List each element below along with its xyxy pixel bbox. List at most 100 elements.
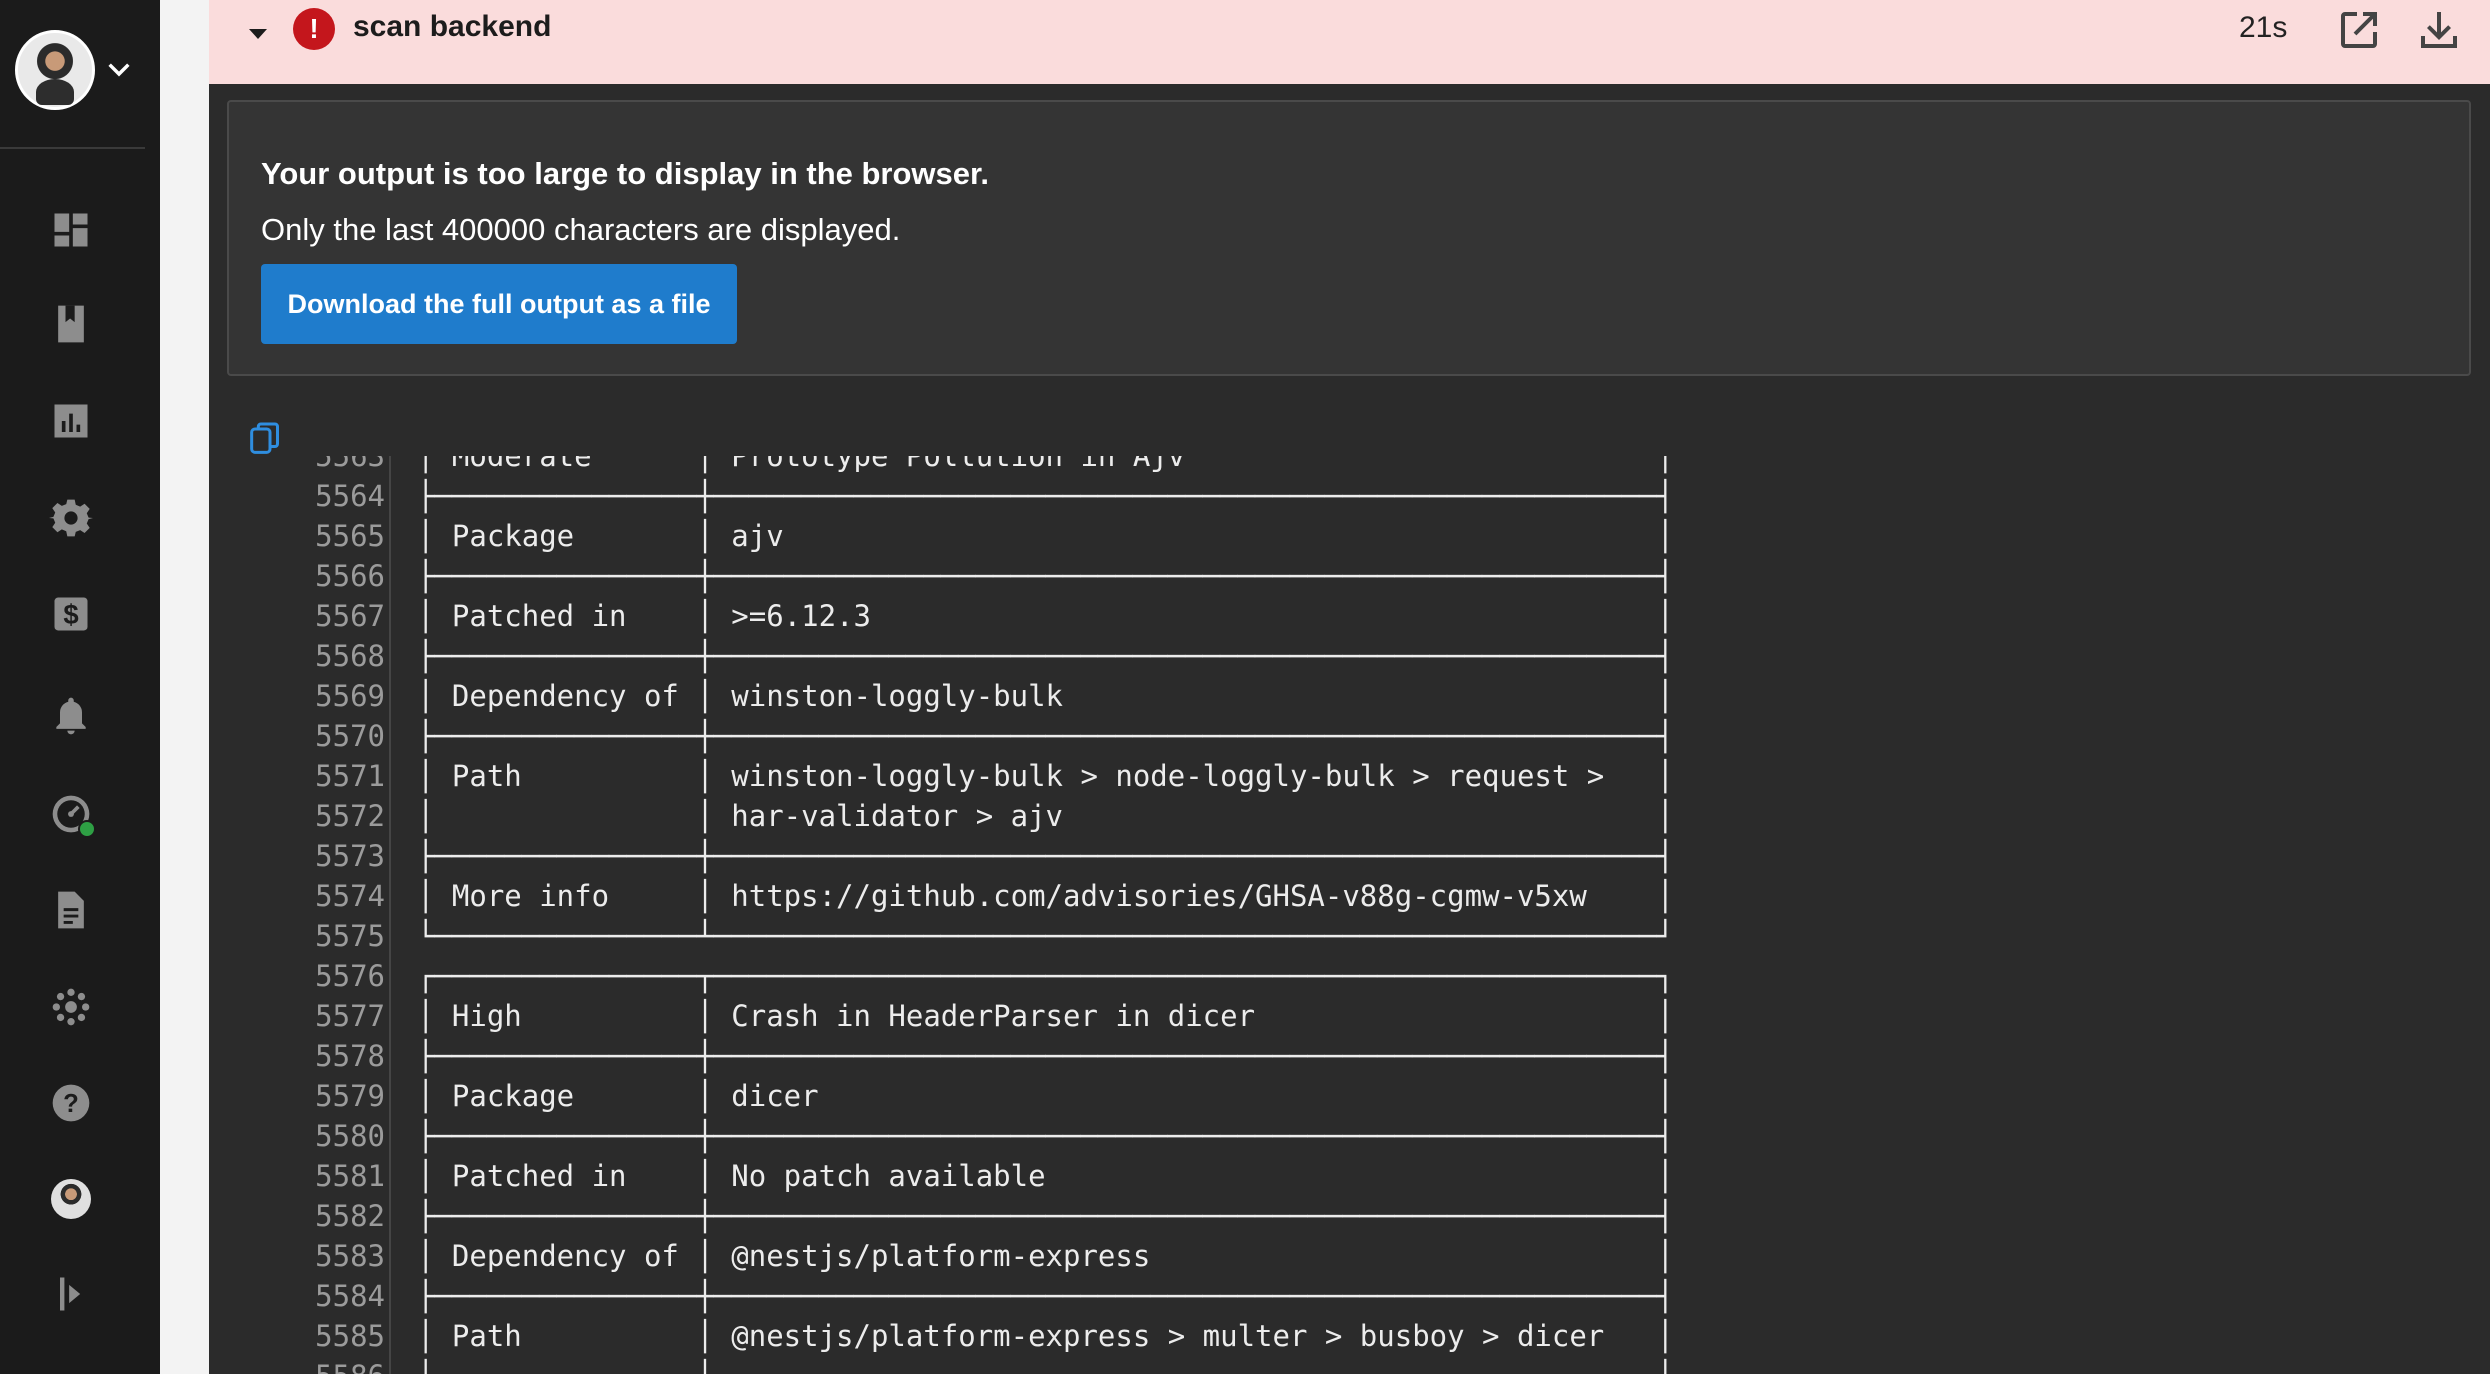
sidebar: $ ? [0, 0, 160, 1374]
dashboard-icon[interactable] [49, 208, 93, 252]
line-text: │ Path │ @nestjs/platform-express > mult… [417, 1319, 1675, 1353]
line-number: 5586 [305, 1356, 385, 1374]
line-text: │ Package │ ajv │ [417, 519, 1675, 553]
download-log-button[interactable] [2415, 6, 2463, 54]
line-number: 5577 [315, 999, 385, 1033]
line-number: 5582 [315, 1199, 385, 1233]
log-line: 5581 │ Patched in │ No patch available │ [209, 1156, 2109, 1196]
download-full-output-button[interactable]: Download the full output as a file [261, 264, 737, 344]
line-text: ├───────────────┼───────────────────────… [417, 1039, 1675, 1073]
line-number: 5578 [315, 1039, 385, 1073]
line-number: 5571 [315, 759, 385, 793]
line-text: │ High │ Crash in HeaderParser in dicer … [417, 999, 1675, 1033]
log-viewer[interactable]: 5563 │ Moderate │ Prototype Pollution in … [209, 456, 2490, 1374]
cluster-icon[interactable] [49, 985, 93, 1029]
line-text: │ │ har-validator > ajv │ [417, 799, 1675, 833]
line-number: 5563 [315, 456, 385, 473]
notice-subtitle: Only the last 400000 characters are disp… [261, 212, 901, 247]
line-number: 5568 [315, 639, 385, 673]
log-line: 5586 ├───────────────┼───────────────────… [209, 1356, 2109, 1374]
copy-icon [250, 422, 279, 454]
log-line: 5578 ├───────────────┼───────────────────… [209, 1036, 2109, 1076]
expand-sidebar-icon[interactable] [49, 1272, 93, 1316]
line-number: 5569 [315, 679, 385, 713]
svg-text:?: ? [63, 1090, 79, 1118]
error-status-icon: ! [293, 8, 335, 50]
line-number: 5580 [315, 1119, 385, 1153]
job-title: scan backend [353, 10, 552, 43]
line-text: ├───────────────┼───────────────────────… [417, 1199, 1675, 1233]
log-line: 5573 ├───────────────┼───────────────────… [209, 836, 2109, 876]
line-text: ├───────────────┼───────────────────────… [417, 839, 1675, 873]
line-text: ├───────────────┼───────────────────────… [417, 1356, 1674, 1374]
line-number: 5564 [315, 479, 385, 513]
log-line: 5566 ├───────────────┼───────────────────… [209, 556, 2109, 596]
svg-text:$: $ [63, 599, 78, 630]
bell-icon[interactable] [49, 694, 93, 738]
line-number: 5574 [315, 879, 385, 913]
line-text: │ Patched in │ >=6.12.3 │ [417, 599, 1675, 633]
copy-output-button[interactable] [245, 419, 285, 459]
line-number: 5567 [315, 599, 385, 633]
line-number: 5585 [315, 1319, 385, 1353]
download-icon [2421, 12, 2457, 48]
chevron-down-icon [108, 63, 130, 77]
line-number: 5565 [315, 519, 385, 553]
line-text: ├───────────────┼───────────────────────… [417, 1119, 1675, 1153]
gear-icon[interactable] [49, 496, 93, 540]
line-text: └───────────────┴───────────────────────… [417, 919, 1675, 953]
avatar [15, 30, 95, 110]
log-line: 5569 │ Dependency of │ winston-loggly-bul… [209, 676, 2109, 716]
log-line: 5582 ├───────────────┼───────────────────… [209, 1196, 2109, 1236]
book-icon[interactable] [49, 302, 93, 346]
job-duration: 21s [2239, 11, 2288, 44]
document-icon[interactable] [49, 888, 93, 932]
log-line: 5568 ├───────────────┼───────────────────… [209, 636, 2109, 676]
log-line: 5584 ├───────────────┼───────────────────… [209, 1276, 2109, 1316]
log-line: 5585 │ Path │ @nestjs/platform-express > … [209, 1316, 2109, 1356]
log-line: 5567 │ Patched in │ >=6.12.3 │ [209, 596, 2109, 636]
log-line: 5577 │ High │ Crash in HeaderParser in di… [209, 996, 2109, 1036]
line-text: ├───────────────┼───────────────────────… [417, 719, 1675, 753]
line-text: ├───────────────┼───────────────────────… [417, 639, 1675, 673]
line-number: 5566 [315, 559, 385, 593]
help-icon[interactable]: ? [49, 1081, 93, 1125]
line-number: 5572 [315, 799, 385, 833]
log-line: 5570 ├───────────────┼───────────────────… [209, 716, 2109, 756]
line-text: ├───────────────┼───────────────────────… [417, 479, 1675, 513]
notice-title: Your output is too large to display in t… [261, 156, 989, 191]
log-line: 5575 └───────────────┴───────────────────… [209, 916, 2109, 956]
external-link-icon [2341, 12, 2377, 48]
log-line: 5580 ├───────────────┼───────────────────… [209, 1116, 2109, 1156]
line-number: 5581 [315, 1159, 385, 1193]
job-output: Your output is too large to display in t… [209, 84, 2490, 1374]
bar-chart-icon[interactable] [49, 399, 93, 443]
line-number: 5575 [315, 919, 385, 953]
log-line: 5576 ┌───────────────┬───────────────────… [209, 956, 2109, 996]
user-menu-button[interactable] [15, 30, 140, 116]
log-line: 5583 │ Dependency of │ @nestjs/platform-e… [209, 1236, 2109, 1276]
line-number: 5584 [315, 1279, 385, 1313]
line-number: 5583 [315, 1239, 385, 1273]
line-text: ├───────────────┼───────────────────────… [417, 559, 1675, 593]
user-avatar[interactable] [51, 1179, 91, 1219]
log-line: 5565 │ Package │ ajv │ [209, 516, 2109, 556]
open-external-button[interactable] [2335, 6, 2383, 54]
line-text: │ More info │ https://github.com/advisor… [417, 879, 1675, 913]
line-text: │ Moderate │ Prototype Pollution in Ajv … [417, 456, 1675, 473]
caret-down-icon[interactable] [247, 26, 269, 42]
dollar-icon[interactable]: $ [49, 592, 93, 636]
line-text: ┌───────────────┬───────────────────────… [417, 959, 1675, 993]
log-line: 5571 │ Path │ winston-loggly-bulk > node-… [209, 756, 2109, 796]
line-number: 5576 [315, 959, 385, 993]
log-line: 5579 │ Package │ dicer │ [209, 1076, 2109, 1116]
line-text: ├───────────────┼───────────────────────… [417, 1279, 1675, 1313]
job-header: ! scan backend 21s [209, 0, 2490, 84]
line-text: │ Dependency of │ @nestjs/platform-expre… [417, 1239, 1675, 1273]
line-text: │ Package │ dicer │ [417, 1079, 1675, 1113]
line-text: │ Path │ winston-loggly-bulk > node-logg… [417, 759, 1675, 793]
status-dot [78, 820, 96, 838]
log-line: 5564 ├───────────────┼───────────────────… [209, 476, 2109, 516]
sidebar-divider [0, 147, 145, 149]
line-number: 5579 [315, 1079, 385, 1113]
